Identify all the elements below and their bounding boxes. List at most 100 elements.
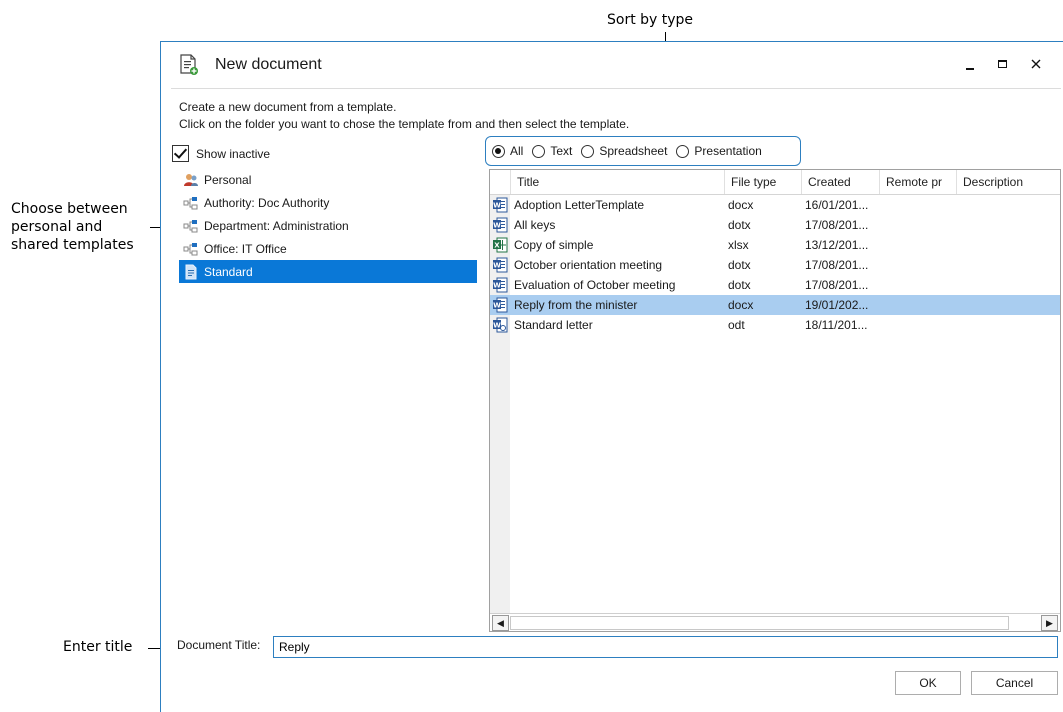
radio-unselected-icon bbox=[676, 144, 690, 158]
tree-item-label: Standard bbox=[204, 264, 253, 279]
svg-text:W: W bbox=[493, 222, 501, 230]
choose-annotation-line3: shared templates bbox=[11, 237, 134, 253]
title-separator bbox=[171, 88, 1061, 89]
word-template-icon: W bbox=[492, 257, 508, 273]
maximize-icon bbox=[997, 60, 1007, 68]
template-folder-icon bbox=[185, 264, 197, 279]
excel-template-icon: X bbox=[492, 237, 508, 253]
show-inactive-checkbox[interactable]: Show inactive bbox=[172, 145, 270, 162]
cell-created: 17/08/201... bbox=[805, 278, 869, 292]
svg-text:W: W bbox=[493, 322, 501, 330]
radio-selected-icon bbox=[492, 144, 505, 158]
checkbox-checked-icon[interactable] bbox=[172, 145, 189, 162]
triangle-left-icon: ◀ bbox=[497, 617, 504, 628]
cell-title: Evaluation of October meeting bbox=[514, 278, 676, 292]
table-row[interactable]: W All keys dotx 17/08/201... bbox=[490, 215, 1060, 235]
filter-presentation-radio[interactable]: Presentation bbox=[676, 144, 762, 158]
filter-text-radio[interactable]: Text bbox=[532, 144, 572, 158]
tree-item-department[interactable]: Department: Administration bbox=[179, 214, 477, 237]
word-template-icon: W bbox=[492, 217, 508, 233]
svg-text:W: W bbox=[493, 202, 501, 210]
filter-label: All bbox=[510, 144, 524, 158]
table-row[interactable]: W Standard letter odt 18/11/201... bbox=[490, 315, 1060, 335]
filter-label: Text bbox=[550, 144, 573, 158]
filter-spreadsheet-radio[interactable]: Spreadsheet bbox=[581, 144, 667, 158]
svg-text:W: W bbox=[493, 302, 501, 310]
new-document-dialog: New document Create a new document from … bbox=[160, 41, 1063, 712]
cell-title: Copy of simple bbox=[514, 238, 594, 252]
column-header-icon bbox=[490, 170, 511, 194]
horizontal-scrollbar[interactable]: ◀ ▶ bbox=[490, 613, 1060, 631]
cell-file-type: xlsx bbox=[728, 238, 749, 252]
radio-unselected-icon bbox=[581, 144, 595, 158]
ok-button[interactable]: OK bbox=[895, 671, 961, 695]
personal-icon bbox=[184, 173, 198, 186]
radio-unselected-icon bbox=[532, 144, 546, 158]
title-bar: New document bbox=[161, 42, 1063, 88]
tree-item-label: Personal bbox=[204, 172, 252, 187]
instruction-line1: Create a new document from a template. bbox=[179, 100, 397, 114]
cell-file-type: dotx bbox=[728, 278, 751, 292]
choose-annotation-line2: personal and bbox=[11, 219, 103, 235]
minimize-icon bbox=[966, 68, 974, 70]
table-row[interactable]: W Adoption LetterTemplate docx 16/01/201… bbox=[490, 195, 1060, 215]
triangle-right-icon: ▶ bbox=[1046, 617, 1053, 628]
table-row[interactable]: X Copy of simple xlsx 13/12/201... bbox=[490, 235, 1060, 255]
cell-title: Standard letter bbox=[514, 318, 593, 332]
org-unit-icon bbox=[183, 196, 198, 209]
minimize-button[interactable] bbox=[958, 52, 982, 76]
cell-created: 17/08/201... bbox=[805, 218, 869, 232]
dialog-title: New document bbox=[215, 56, 322, 73]
svg-text:W: W bbox=[493, 282, 501, 290]
odt-template-icon: W bbox=[492, 317, 508, 333]
cell-file-type: docx bbox=[728, 298, 754, 312]
cancel-button[interactable]: Cancel bbox=[971, 671, 1058, 695]
template-list: Title File type Created Remote pr Descri… bbox=[489, 169, 1061, 632]
filter-all-radio[interactable]: All bbox=[492, 144, 523, 158]
table-header: Title File type Created Remote pr Descri… bbox=[490, 170, 1060, 195]
filter-label: Spreadsheet bbox=[599, 144, 668, 158]
scroll-left-button[interactable]: ◀ bbox=[492, 615, 509, 631]
sort-by-type-annotation: Sort by type bbox=[607, 12, 694, 28]
tree-item-standard[interactable]: Standard bbox=[179, 260, 477, 283]
cell-created: 18/11/201... bbox=[805, 318, 868, 332]
cell-file-type: docx bbox=[728, 198, 754, 212]
scroll-right-button[interactable]: ▶ bbox=[1041, 615, 1058, 631]
cell-file-type: dotx bbox=[728, 218, 751, 232]
tree-item-label: Authority: Doc Authority bbox=[204, 195, 330, 210]
instruction-line2: Click on the folder you want to chose th… bbox=[179, 117, 630, 131]
cell-file-type: dotx bbox=[728, 258, 751, 272]
file-type-filter: All Text Spreadsheet Presentation bbox=[485, 136, 801, 166]
document-title-label: Document Title: bbox=[177, 638, 261, 652]
word-template-icon: W bbox=[492, 277, 508, 293]
tree-item-office[interactable]: Office: IT Office bbox=[179, 237, 477, 260]
table-row[interactable]: W October orientation meeting dotx 17/08… bbox=[490, 255, 1060, 275]
column-header-description[interactable]: Description bbox=[957, 170, 1057, 194]
column-header-title[interactable]: Title bbox=[511, 170, 725, 194]
column-header-remote[interactable]: Remote pr bbox=[880, 170, 957, 194]
column-header-file-type[interactable]: File type bbox=[725, 170, 802, 194]
cell-created: 19/01/202... bbox=[805, 298, 869, 312]
close-icon bbox=[1031, 59, 1041, 69]
document-title-input[interactable] bbox=[273, 636, 1058, 658]
svg-text:W: W bbox=[493, 262, 501, 270]
choose-annotation-line1: Choose between bbox=[11, 201, 128, 217]
table-row[interactable]: W Evaluation of October meeting dotx 17/… bbox=[490, 275, 1060, 295]
tree-item-personal[interactable]: Personal bbox=[179, 168, 477, 191]
word-template-icon: W bbox=[492, 197, 508, 213]
svg-text:X: X bbox=[494, 242, 500, 250]
enter-title-annotation: Enter title bbox=[63, 639, 133, 655]
close-button[interactable] bbox=[1024, 52, 1048, 76]
template-folder-tree: Personal Authority: Doc Authority Depart… bbox=[179, 168, 477, 283]
cell-created: 16/01/201... bbox=[805, 198, 869, 212]
org-unit-icon bbox=[183, 219, 198, 232]
cell-title: All keys bbox=[514, 218, 556, 232]
tree-item-authority[interactable]: Authority: Doc Authority bbox=[179, 191, 477, 214]
tree-item-label: Department: Administration bbox=[204, 218, 349, 233]
scroll-thumb[interactable] bbox=[510, 616, 1009, 630]
column-header-created[interactable]: Created bbox=[802, 170, 880, 194]
show-inactive-label: Show inactive bbox=[196, 146, 271, 161]
new-document-icon bbox=[180, 54, 198, 75]
table-row[interactable]: W Reply from the minister docx 19/01/202… bbox=[490, 295, 1060, 315]
maximize-button[interactable] bbox=[990, 52, 1014, 76]
